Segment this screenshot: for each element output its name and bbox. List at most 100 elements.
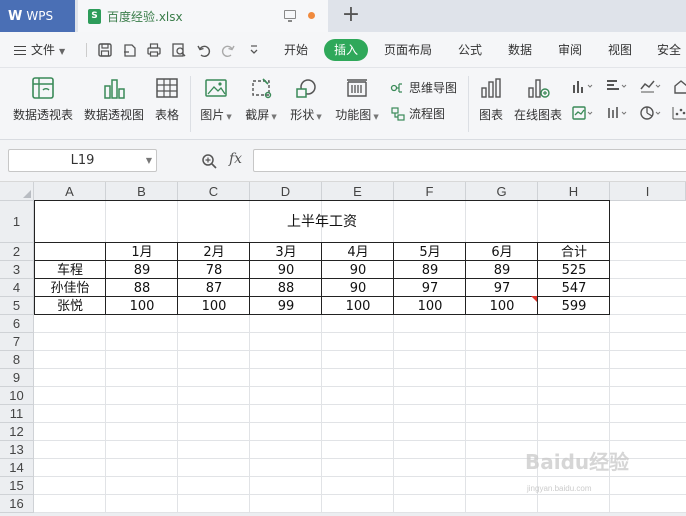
undo-icon[interactable] [195,41,213,59]
column-header-f[interactable]: F [394,182,466,201]
column-header-d[interactable]: D [250,182,322,201]
chart-button[interactable]: 图表 [476,76,506,123]
flowchart-button[interactable]: 流程图 [390,105,445,122]
row-header-2[interactable]: 2 [0,243,34,261]
row-header-1[interactable]: 1 [0,201,34,243]
file-menu[interactable]: 文件 ▼ [14,32,65,68]
column-header-g[interactable]: G [466,182,538,201]
data-cell[interactable]: 90 [322,261,394,279]
header-cell[interactable]: 合计 [538,243,610,261]
function-chart-button[interactable]: 功能图 ▼ [333,76,381,123]
more-chart-icon[interactable] [671,77,686,95]
data-cell[interactable]: 99 [250,297,322,315]
tab-data[interactable]: 数据 [508,32,532,68]
column-header-e[interactable]: E [322,182,394,201]
mind-map-button[interactable]: 思维导图 [390,79,457,96]
print-preview-icon[interactable] [170,41,188,59]
new-tab-button[interactable]: + [340,3,362,29]
export-icon[interactable] [120,41,138,59]
column-header-a[interactable]: A [34,182,106,201]
column-header-c[interactable]: C [178,182,250,201]
column-header-b[interactable]: B [106,182,178,201]
row-header-3[interactable]: 3 [0,261,34,279]
tab-insert[interactable]: 插入 [324,39,369,61]
header-cell[interactable]: 3月 [250,243,322,261]
data-cell[interactable]: 599 [538,297,610,315]
online-chart-button[interactable]: 在线图表 [512,76,564,123]
zoom-icon[interactable] [201,153,217,169]
pivot-table-button[interactable]: 数据透视表 [12,76,74,123]
tab-page-layout[interactable]: 页面布局 [384,32,432,68]
row-name-cell[interactable]: 孙佳怡 [34,279,106,297]
data-cell[interactable]: 97 [394,279,466,297]
row-header-8[interactable]: 8 [0,351,34,369]
data-cell[interactable]: 89 [466,261,538,279]
row-header-12[interactable]: 12 [0,423,34,441]
document-tab[interactable]: S 百度经验.xlsx [78,0,328,32]
row-header-14[interactable]: 14 [0,459,34,477]
line-chart-icon[interactable] [639,77,663,95]
row-header-15[interactable]: 15 [0,477,34,495]
formula-input[interactable] [253,149,686,172]
data-cell[interactable]: 78 [178,261,250,279]
tab-home[interactable]: 开始 [284,32,308,68]
row-header-11[interactable]: 11 [0,405,34,423]
name-box[interactable]: L19 ▼ [8,149,157,172]
save-icon[interactable] [96,41,114,59]
data-cell[interactable]: 100 [394,297,466,315]
pivot-chart-button[interactable]: 数据透视图 [83,76,145,123]
data-cell[interactable]: 88 [250,279,322,297]
data-cell[interactable]: 89 [394,261,466,279]
header-cell[interactable]: 2月 [178,243,250,261]
data-cell[interactable]: 100 [106,297,178,315]
row-name-cell[interactable]: 车程 [34,261,106,279]
header-cell[interactable]: 5月 [394,243,466,261]
header-cell[interactable]: 4月 [322,243,394,261]
row-header-5[interactable]: 5 [0,297,34,315]
column-chart-icon[interactable] [571,77,595,95]
row-header-10[interactable]: 10 [0,387,34,405]
header-cell[interactable]: 6月 [466,243,538,261]
table-button[interactable]: 表格 [152,76,182,123]
stock-chart-icon[interactable] [605,104,629,122]
data-cell[interactable]: 97 [466,279,538,297]
data-cell[interactable]: 100 [322,297,394,315]
customize-dropdown-icon[interactable] [245,41,263,59]
scatter-chart-icon[interactable] [671,104,686,122]
tab-review[interactable]: 审阅 [558,32,582,68]
row-header-6[interactable]: 6 [0,315,34,333]
row-header-7[interactable]: 7 [0,333,34,351]
data-cell[interactable]: 87 [178,279,250,297]
row-header-13[interactable]: 13 [0,441,34,459]
screenshot-button[interactable]: 截屏 ▼ [243,76,279,123]
data-cell[interactable]: 90 [250,261,322,279]
wps-home-tab[interactable]: W WPS [0,0,75,32]
row-name-cell[interactable]: 张悦 [34,297,106,315]
data-cell[interactable]: 90 [322,279,394,297]
tab-security[interactable]: 安全 [657,32,681,68]
monitor-icon[interactable] [284,10,296,22]
comment-indicator-icon[interactable] [531,296,537,302]
pie-chart-icon[interactable] [639,104,663,122]
column-header-i[interactable]: I [610,182,686,201]
area-chart-icon[interactable] [571,104,595,122]
data-cell[interactable]: 88 [106,279,178,297]
select-all-corner[interactable] [0,182,34,201]
data-cell[interactable]: 547 [538,279,610,297]
chevron-down-icon[interactable]: ▼ [146,150,152,171]
picture-button[interactable]: 图片 ▼ [198,76,234,123]
redo-icon[interactable] [219,41,237,59]
data-cell[interactable]: 89 [106,261,178,279]
sheet-title-cell[interactable]: 上半年工资 [34,201,610,243]
data-cell[interactable]: 525 [538,261,610,279]
tab-view[interactable]: 视图 [608,32,632,68]
header-cell[interactable]: 1月 [106,243,178,261]
data-cell[interactable]: 100 [178,297,250,315]
print-icon[interactable] [145,41,163,59]
bar-chart-icon[interactable] [605,77,629,95]
row-header-16[interactable]: 16 [0,495,34,513]
data-cell[interactable]: 100 [466,297,538,315]
shapes-button[interactable]: 形状 ▼ [288,76,324,123]
function-icon[interactable]: fx [229,151,242,167]
row-header-9[interactable]: 9 [0,369,34,387]
